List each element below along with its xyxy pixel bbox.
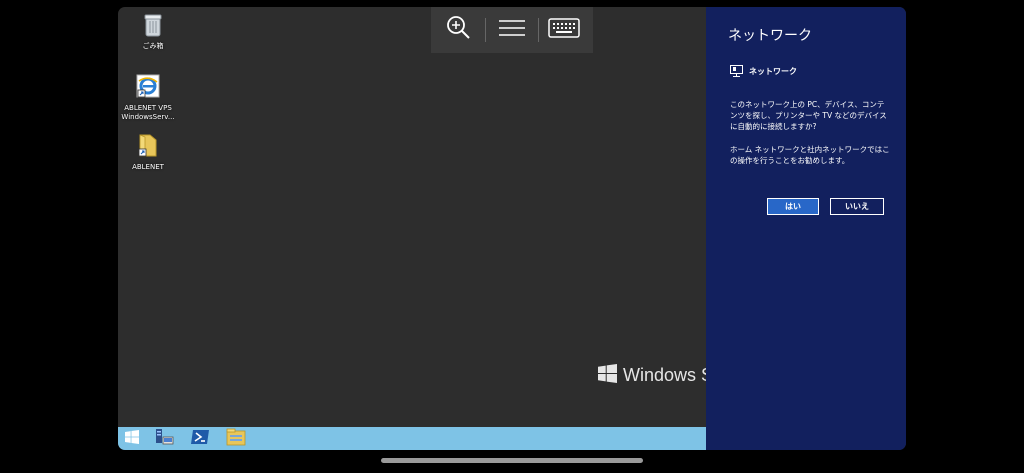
powershell-button[interactable] (188, 429, 212, 448)
internet-explorer-shortcut-icon (118, 73, 183, 102)
desktop-icon-label: ABLENET (132, 163, 164, 171)
windows-logo-icon (598, 363, 617, 387)
yes-button[interactable]: はい (767, 198, 819, 215)
toolbar-separator (485, 18, 486, 42)
taskbar (118, 427, 706, 450)
toolbar-separator (538, 18, 539, 42)
menu-icon (498, 18, 526, 42)
network-charm-panel: ネットワーク ネットワーク このネットワーク上の PC、デバイス、コンテンツを探… (706, 7, 906, 450)
home-indicator[interactable] (381, 458, 643, 463)
network-icon (730, 62, 743, 81)
network-name: ネットワーク (749, 67, 797, 76)
recycle-bin-icon (118, 13, 188, 40)
remote-desktop-screen: ごみ箱 ABLENET VPS WindowsServ... ABLENET W… (118, 7, 906, 450)
zoom-in-icon (445, 15, 471, 45)
powershell-icon (190, 429, 210, 449)
zoom-button[interactable] (440, 14, 476, 46)
server-manager-button[interactable] (152, 428, 176, 450)
server-manager-icon (154, 428, 174, 450)
charm-title: ネットワーク (728, 28, 812, 44)
windows-start-icon (125, 429, 139, 448)
desktop-icon-label: ABLENET VPS WindowsServ... (121, 104, 175, 121)
remote-toolbar (431, 7, 593, 53)
desktop-icon-recycle-bin[interactable]: ごみ箱 (118, 13, 188, 51)
file-explorer-icon (226, 428, 246, 450)
no-button[interactable]: いいえ (830, 198, 884, 215)
keyboard-button[interactable] (546, 14, 582, 46)
discovery-recommendation: ホーム ネットワークと社内ネットワークではこの操作を行うことをお勧めします。 (730, 145, 890, 165)
menu-button[interactable] (494, 14, 530, 46)
folder-shortcut-icon (118, 132, 183, 161)
start-button[interactable] (120, 429, 144, 448)
desktop-icon-label: ごみ箱 (142, 42, 164, 50)
windows-server-watermark: Windows Se (598, 363, 723, 387)
file-explorer-button[interactable] (224, 428, 248, 450)
network-row: ネットワーク (730, 62, 797, 81)
keyboard-icon (548, 18, 580, 42)
discovery-prompt: このネットワーク上の PC、デバイス、コンテンツを探し、プリンターや TV など… (730, 100, 887, 131)
desktop-icon-ablenet-vps[interactable]: ABLENET VPS WindowsServ... (118, 73, 183, 122)
desktop-icon-ablenet-folder[interactable]: ABLENET (118, 132, 183, 172)
